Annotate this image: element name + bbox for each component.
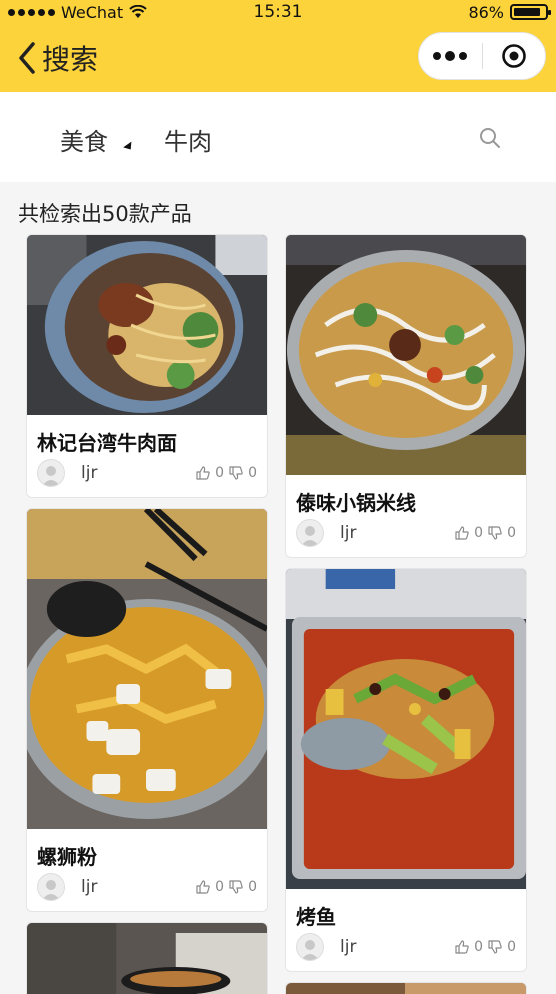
wifi-icon <box>129 5 147 18</box>
dislike-count: 0 <box>507 525 516 541</box>
food-photo <box>27 923 267 994</box>
thumbs-up-icon <box>455 526 469 540</box>
dislike-count: 0 <box>507 939 516 955</box>
avatar <box>296 933 324 961</box>
carrier-label: WeChat <box>61 2 124 22</box>
battery-percent: 86% <box>468 2 504 22</box>
thumbs-down-icon <box>229 880 243 894</box>
filter-bar: 美食 牛肉 <box>0 92 556 182</box>
card-title: 林记台湾牛肉面 <box>37 431 177 455</box>
more-button[interactable] <box>419 50 482 61</box>
search-icon <box>480 128 500 148</box>
dislike-count: 0 <box>248 465 257 481</box>
product-card[interactable]: 螺狮粉 ljr 0 0 <box>26 508 268 912</box>
like-count: 0 <box>215 879 225 895</box>
mini-program-capsule <box>418 32 546 80</box>
food-photo <box>27 509 267 829</box>
like-count: 0 <box>215 465 225 481</box>
chevron-left-icon <box>19 42 35 74</box>
avatar <box>37 873 65 901</box>
author-name: ljr <box>81 877 98 897</box>
dislike-button[interactable]: 0 <box>487 939 516 955</box>
avatar <box>37 459 65 487</box>
avatar <box>296 519 324 547</box>
card-meta: ljr 0 0 <box>37 873 257 901</box>
more-dots-icon <box>433 51 442 60</box>
like-button[interactable]: 0 <box>195 465 224 481</box>
like-button[interactable]: 0 <box>454 939 483 955</box>
like-button[interactable]: 0 <box>195 879 224 895</box>
search-button[interactable] <box>478 126 502 150</box>
thumbs-up-icon <box>196 466 210 480</box>
like-button[interactable]: 0 <box>454 525 483 541</box>
target-icon <box>501 44 526 68</box>
food-photo <box>286 983 526 994</box>
food-photo <box>286 569 526 889</box>
battery-level <box>514 8 540 16</box>
product-card[interactable]: 林记台湾牛肉面 ljr 0 0 <box>26 234 268 498</box>
author-name: ljr <box>81 463 98 483</box>
thumbs-down-icon <box>229 466 243 480</box>
product-card[interactable]: 烤鱼 ljr 0 0 <box>285 568 527 972</box>
status-right: 86% <box>468 2 551 22</box>
card-meta: ljr 0 0 <box>37 459 257 487</box>
product-card[interactable] <box>285 982 527 994</box>
like-count: 0 <box>474 525 484 541</box>
food-photo <box>27 235 267 415</box>
food-photo <box>286 235 526 475</box>
caret-down-icon <box>123 141 135 153</box>
status-bar: WeChat 15:31 86% <box>0 0 556 24</box>
category-dropdown[interactable]: 美食 <box>60 122 108 157</box>
card-stats: 0 0 <box>195 465 257 481</box>
page-title: 搜索 <box>42 43 99 76</box>
like-count: 0 <box>474 939 484 955</box>
card-title: 傣味小锅米线 <box>296 491 416 515</box>
thumbs-down-icon <box>488 526 502 540</box>
dislike-count: 0 <box>248 879 257 895</box>
search-input[interactable]: 牛肉 <box>164 122 212 157</box>
card-stats: 0 0 <box>195 879 257 895</box>
nav-bar: 搜索 <box>0 24 556 92</box>
result-count: 共检索出50款产品 <box>18 202 192 226</box>
product-card[interactable] <box>26 922 268 994</box>
product-card[interactable]: 傣味小锅米线 ljr 0 0 <box>285 234 527 558</box>
card-stats: 0 0 <box>454 939 516 955</box>
thumbs-down-icon <box>488 940 502 954</box>
battery-icon <box>510 4 551 20</box>
thumbs-up-icon <box>455 940 469 954</box>
card-title: 烤鱼 <box>296 905 336 929</box>
close-button[interactable] <box>483 43 546 69</box>
dislike-button[interactable]: 0 <box>487 525 516 541</box>
card-meta: ljr 0 0 <box>296 933 516 961</box>
card-stats: 0 0 <box>454 525 516 541</box>
status-left: WeChat <box>8 3 147 22</box>
thumbs-up-icon <box>196 880 210 894</box>
back-button[interactable]: 搜索 <box>16 38 98 78</box>
signal-icon <box>8 8 55 16</box>
card-title: 螺狮粉 <box>37 845 97 869</box>
dislike-button[interactable]: 0 <box>228 465 257 481</box>
card-meta: ljr 0 0 <box>296 519 516 547</box>
author-name: ljr <box>340 937 357 957</box>
author-name: ljr <box>340 523 357 543</box>
dislike-button[interactable]: 0 <box>228 879 257 895</box>
